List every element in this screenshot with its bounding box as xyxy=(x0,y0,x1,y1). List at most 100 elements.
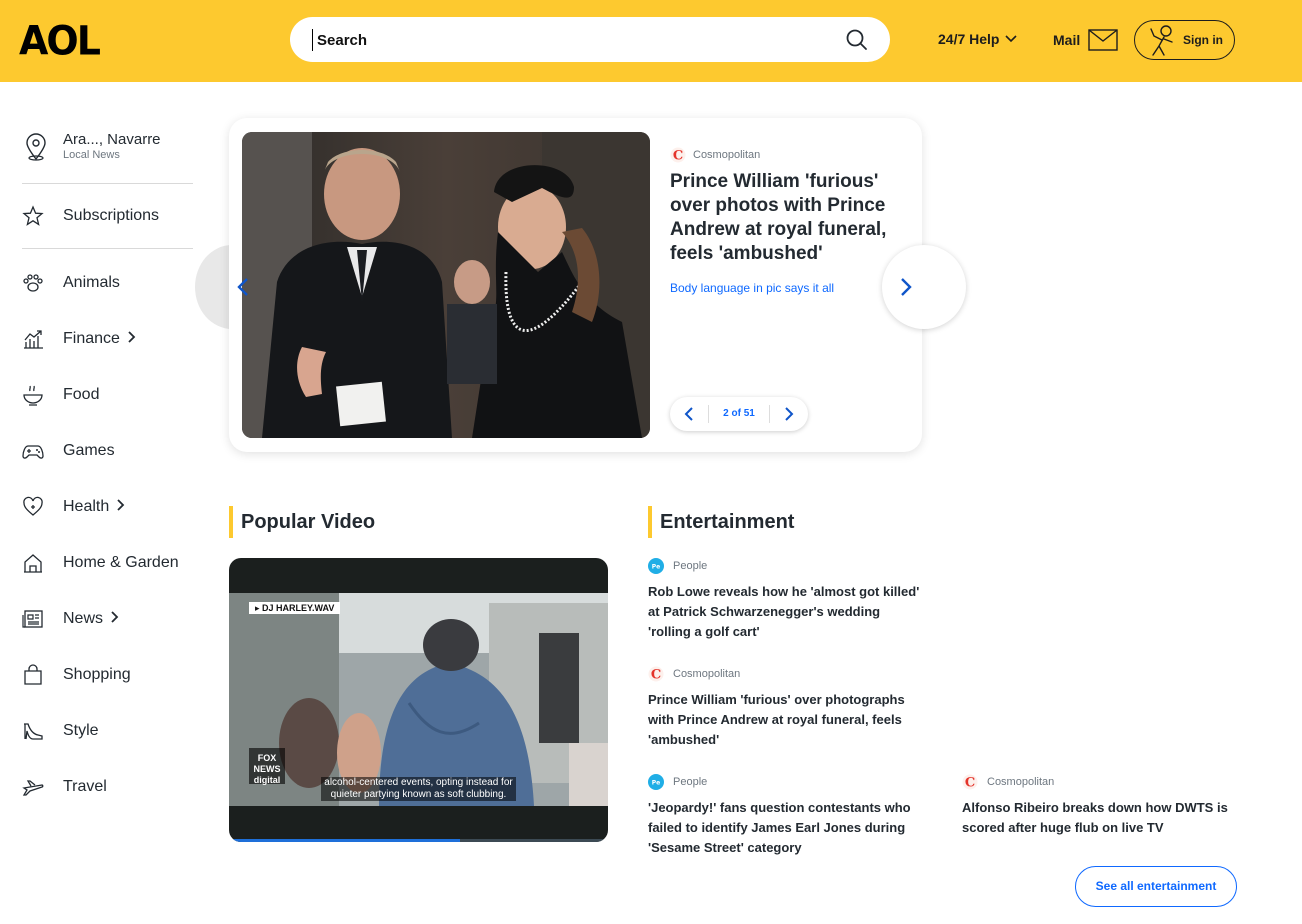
chevron-left-icon xyxy=(237,278,248,296)
svg-text:Pe: Pe xyxy=(652,780,660,787)
heart-icon xyxy=(23,496,43,516)
sidebar-item-label: Animals xyxy=(63,274,120,291)
bowl-icon xyxy=(23,385,43,406)
sign-in-button[interactable]: Sign in xyxy=(1134,20,1235,60)
cosmopolitan-logo-icon: C xyxy=(962,774,978,790)
sidebar-item-finance[interactable]: Finance xyxy=(22,324,194,354)
location-pin-icon xyxy=(26,133,46,161)
article-link[interactable]: Rob Lowe reveals how he 'almost got kill… xyxy=(648,582,924,642)
video-progress-bar[interactable] xyxy=(229,839,608,842)
sidebar-item-label: Food xyxy=(63,386,100,403)
sidebar-item-animals[interactable]: Animals xyxy=(22,268,194,298)
location-name: Ara..., Navarre xyxy=(63,131,161,148)
article-link[interactable]: Alfonso Ribeiro breaks down how DWTS is … xyxy=(962,798,1238,838)
article-source: Pe People xyxy=(648,558,707,574)
sidebar-divider xyxy=(22,183,193,184)
entertainment-heading: Entertainment xyxy=(648,506,794,538)
sidebar-item-shopping[interactable]: Shopping xyxy=(22,660,194,690)
video-player[interactable]: ▸ DJ HARLEY.WAV FOX NEWS digital alcohol… xyxy=(229,558,608,842)
pager-next-button[interactable] xyxy=(770,397,808,431)
site-header: AOL 24/7 Help Mail Sign in xyxy=(0,0,1302,82)
chevron-right-icon xyxy=(901,278,912,296)
sidebar-item-food[interactable]: Food xyxy=(22,380,194,410)
svg-text:C: C xyxy=(651,668,661,683)
help-dropdown[interactable]: 24/7 Help xyxy=(938,31,1018,47)
heel-icon xyxy=(24,723,43,740)
sidebar-item-label: News xyxy=(63,610,119,628)
sidebar-item-label: Games xyxy=(63,442,115,459)
video-frame: ▸ DJ HARLEY.WAV FOX NEWS digital alcohol… xyxy=(229,593,608,806)
article-source: C Cosmopolitan xyxy=(648,666,740,682)
cosmopolitan-logo-icon: C xyxy=(648,666,664,682)
mail-label: Mail xyxy=(1053,32,1081,48)
hero-headline[interactable]: Prince William 'furious' over photos wit… xyxy=(670,170,890,266)
video-progress-fill xyxy=(229,839,461,842)
video-caption-line: alcohol-centered events, opting instead … xyxy=(324,777,513,788)
svg-text:C: C xyxy=(673,149,683,164)
search-bar xyxy=(290,17,890,62)
people-logo-icon: Pe xyxy=(648,774,664,790)
hero-source-name: Cosmopolitan xyxy=(693,149,761,161)
star-icon xyxy=(22,205,44,226)
carousel-pager: 2 of 51 xyxy=(670,397,808,431)
sidebar-item-news[interactable]: News xyxy=(22,604,194,634)
svg-text:Pe: Pe xyxy=(652,564,660,571)
chevron-down-icon xyxy=(1005,35,1018,43)
bag-icon xyxy=(24,664,42,685)
newspaper-icon xyxy=(22,610,43,628)
sidebar-item-label: Home & Garden xyxy=(63,554,179,571)
sidebar-item-label: Style xyxy=(63,722,99,739)
hero-subheadline[interactable]: Body language in pic says it all xyxy=(670,281,834,295)
sidebar-item-travel[interactable]: Travel xyxy=(22,772,194,802)
hero-image[interactable] xyxy=(242,132,650,438)
article-link[interactable]: 'Jeopardy!' fans question contestants wh… xyxy=(648,798,924,858)
sign-in-label: Sign in xyxy=(1183,33,1223,47)
search-icon[interactable] xyxy=(845,28,869,52)
person-icon xyxy=(1150,25,1173,56)
see-all-entertainment-button[interactable]: See all entertainment xyxy=(1075,866,1237,907)
plane-icon xyxy=(22,780,44,796)
article-source: C Cosmopolitan xyxy=(962,774,1054,790)
svg-text:C: C xyxy=(965,776,975,791)
sidebar-item-label: Shopping xyxy=(63,666,131,683)
cosmopolitan-logo-icon: C xyxy=(670,147,686,163)
sidebar-item-games[interactable]: Games xyxy=(22,436,194,466)
sidebar-divider xyxy=(22,248,193,249)
pager-count: 2 of 51 xyxy=(708,405,770,423)
fox-news-watermark: FOX NEWS digital xyxy=(249,748,285,785)
chevron-right-icon xyxy=(128,331,136,343)
location-subtitle: Local News xyxy=(63,149,120,161)
search-input[interactable] xyxy=(312,29,832,51)
paw-icon xyxy=(23,274,43,292)
help-label: 24/7 Help xyxy=(938,31,1000,47)
sidebar-item-label: Health xyxy=(63,498,125,516)
mail-link[interactable]: Mail xyxy=(1053,29,1118,51)
gamepad-icon xyxy=(22,445,44,459)
local-news-location[interactable]: Ara..., Navarre Local News xyxy=(22,131,194,175)
aol-logo[interactable]: AOL xyxy=(19,21,101,61)
sidebar-item-subscriptions[interactable]: Subscriptions xyxy=(22,201,194,231)
chevron-right-icon xyxy=(785,407,794,421)
house-icon xyxy=(24,554,42,573)
popular-video-heading: Popular Video xyxy=(229,506,375,538)
sidebar-item-label: Finance xyxy=(63,330,136,348)
hero-carousel-card: C Cosmopolitan Prince William 'furious' … xyxy=(229,118,922,452)
envelope-icon xyxy=(1088,29,1118,51)
chart-icon xyxy=(24,330,43,349)
article-link[interactable]: Prince William 'furious' over photograph… xyxy=(648,690,924,750)
chevron-right-icon xyxy=(117,499,125,511)
people-logo-icon: Pe xyxy=(648,558,664,574)
video-caption: alcohol-centered events, opting instead … xyxy=(321,777,516,801)
chevron-right-icon xyxy=(111,611,119,623)
sidebar-item-home-garden[interactable]: Home & Garden xyxy=(22,548,194,578)
carousel-next-button[interactable] xyxy=(882,245,966,329)
sidebar-item-style[interactable]: Style xyxy=(22,716,194,746)
sidebar-item-label: Subscriptions xyxy=(63,207,160,224)
article-source: Pe People xyxy=(648,774,707,790)
sidebar-item-health[interactable]: Health xyxy=(22,492,194,522)
sidebar-item-label: Travel xyxy=(63,778,107,795)
video-caption-line: quieter partying known as soft clubbing. xyxy=(330,789,507,800)
pager-prev-button[interactable] xyxy=(670,397,708,431)
video-tag: ▸ DJ HARLEY.WAV xyxy=(249,602,341,614)
chevron-left-icon xyxy=(684,407,693,421)
